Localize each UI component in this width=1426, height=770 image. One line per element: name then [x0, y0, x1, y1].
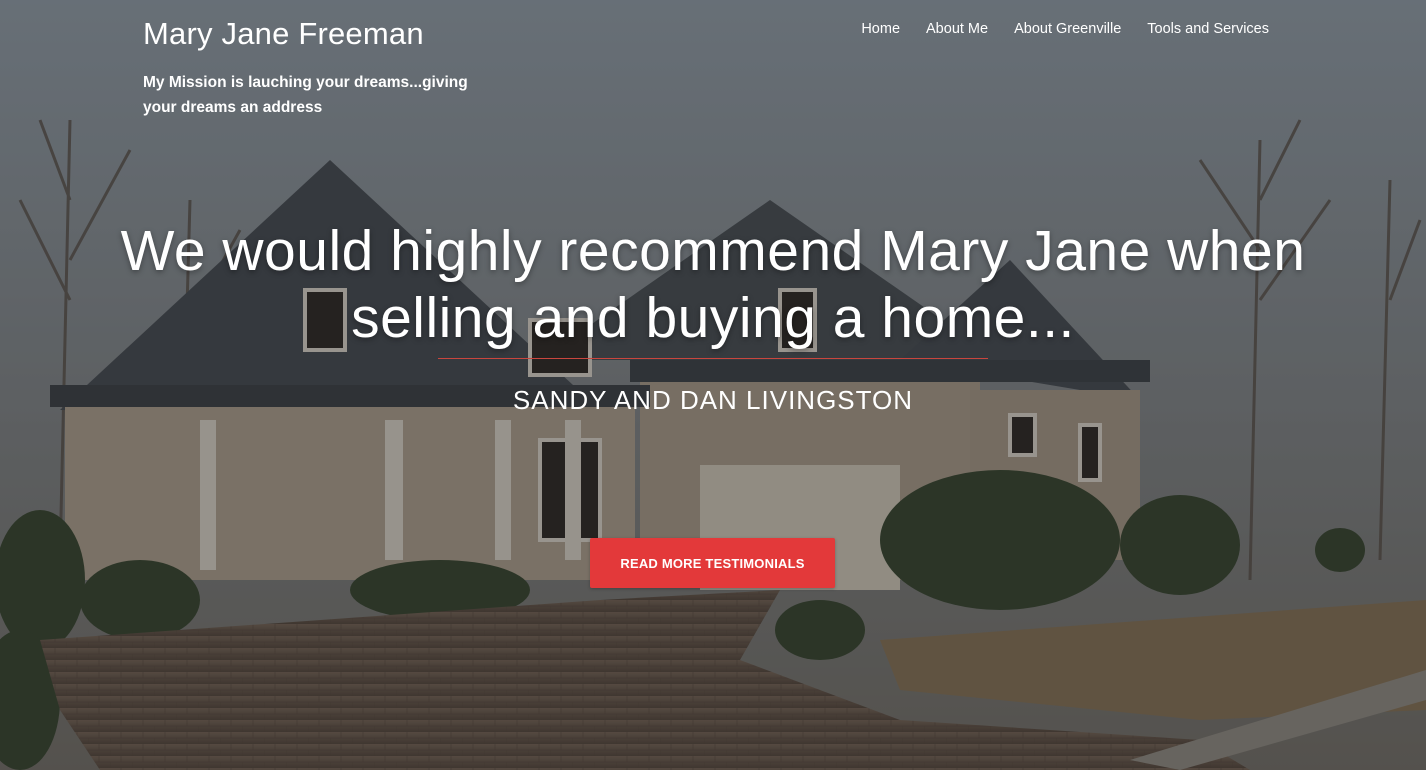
- nav-item-home[interactable]: Home: [848, 19, 913, 39]
- testimonial-block: We would highly recommend Mary Jane when…: [0, 218, 1426, 416]
- site-title[interactable]: Mary Jane Freeman: [143, 16, 424, 52]
- nav-item-about-me[interactable]: About Me: [913, 19, 1001, 39]
- testimonial-author: SANDY AND DAN LIVINGSTON: [512, 385, 914, 415]
- testimonial-quote: We would highly recommend Mary Jane when…: [120, 219, 1306, 350]
- hero-section: Mary Jane Freeman My Mission is lauching…: [0, 0, 1426, 770]
- site-header: Mary Jane Freeman My Mission is lauching…: [0, 0, 1426, 130]
- nav-item-about-greenville[interactable]: About Greenville: [1001, 19, 1134, 39]
- site-tagline: My Mission is lauching your dreams...giv…: [143, 74, 468, 116]
- quote-divider: [438, 358, 988, 359]
- main-nav: Home About Me About Greenville Tools and…: [848, 19, 1269, 39]
- read-more-testimonials-button[interactable]: READ MORE TESTIMONIALS: [590, 538, 835, 588]
- nav-item-tools-and-services[interactable]: Tools and Services: [1134, 19, 1269, 39]
